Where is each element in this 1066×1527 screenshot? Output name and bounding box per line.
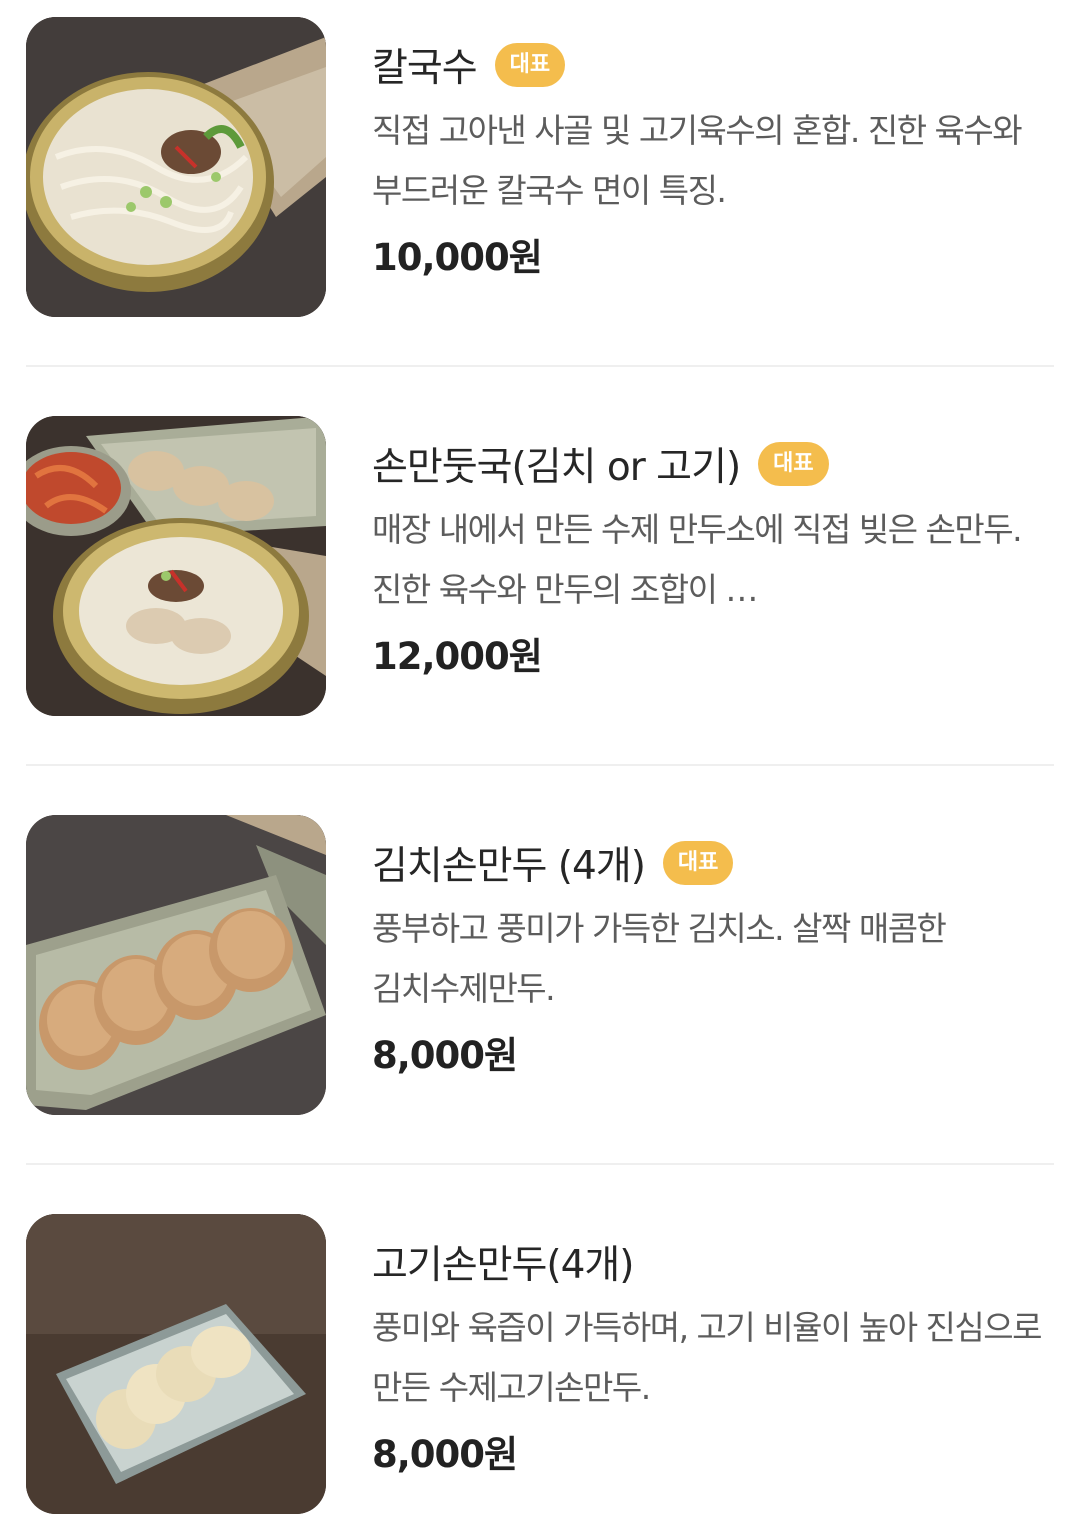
divider [26,764,1054,766]
signature-badge: 대표 [494,43,566,87]
menu-item-photo[interactable] [26,416,326,716]
menu-item-meat-dumpling[interactable]: 고기손만두(4개) 풍미와 육즙이 가득하며, 고기 비율이 높아 진심으로 만… [0,1214,1066,1527]
menu-item-name-row: 고기손만두(4개) [372,1234,1056,1290]
signature-badge: 대표 [662,841,734,885]
menu-item-name: 칼국수 [372,46,478,91]
menu-item-name-row: 손만둣국(김치 or 고기) 대표 [372,436,1056,492]
menu-item-price: 12,000원 [372,635,543,678]
meat-dumpling-photo-illustration [26,1214,326,1514]
menu-item-name-row: 김치손만두 (4개) 대표 [372,835,1056,891]
menu-item-price: 8,000원 [372,1433,518,1476]
menu-item-info: 칼국수 대표 직접 고아낸 사골 및 고기육수의 혼합. 진한 육수와 부드러운… [372,37,1056,281]
divider [26,365,1054,367]
menu-item-name-row: 칼국수 대표 [372,37,1056,93]
menu-item-info: 손만둣국(김치 or 고기) 대표 매장 내에서 만든 수제 만두소에 직접 빚… [372,436,1056,680]
menu-item-photo[interactable] [26,17,326,317]
menu-item-description: 풍부하고 풍미가 가득한 김치소. 살짝 매콤한 김치수제만두. [372,909,947,1008]
menu-item-name: 김치손만두 (4개) [372,844,646,889]
signature-badge: 대표 [758,442,829,486]
menu-item-description: 직접 고아낸 사골 및 고기육수의 혼합. 진한 육수와 부드러운 칼국수 면이… [372,111,1023,210]
menu-item-name: 고기손만두(4개) [372,1243,635,1288]
menu-item-info: 김치손만두 (4개) 대표 풍부하고 풍미가 가득한 김치소. 살짝 매콤한 김… [372,835,1056,1079]
dumpling-soup-photo-illustration [26,416,326,716]
menu-item-name: 손만둣국(김치 or 고기) [372,445,741,490]
divider [26,1163,1054,1165]
menu-item-description: 풍미와 육즙이 가득하며, 고기 비율이 높아 진심으로 만든 수제고기손만두. [372,1308,1043,1407]
kalguksu-photo-illustration [26,17,326,317]
menu-item-kimchi-dumpling[interactable]: 김치손만두 (4개) 대표 풍부하고 풍미가 가득한 김치소. 살짝 매콤한 김… [0,815,1066,1175]
menu-item-dumpling-soup[interactable]: 손만둣국(김치 or 고기) 대표 매장 내에서 만든 수제 만두소에 직접 빚… [0,416,1066,776]
menu-item-photo[interactable] [26,815,326,1115]
kimchi-dumpling-photo-illustration [26,815,326,1115]
menu-item-price: 8,000원 [372,1034,518,1077]
menu-item-info: 고기손만두(4개) 풍미와 육즙이 가득하며, 고기 비율이 높아 진심으로 만… [372,1234,1056,1478]
menu-list: 칼국수 대표 직접 고아낸 사골 및 고기육수의 혼합. 진한 육수와 부드러운… [0,0,1066,1527]
menu-item-kalguksu[interactable]: 칼국수 대표 직접 고아낸 사골 및 고기육수의 혼합. 진한 육수와 부드러운… [0,17,1066,377]
menu-item-price: 10,000원 [372,236,543,279]
menu-item-description: 매장 내에서 만든 수제 만두소에 직접 빚은 손만두. 진한 육수와 만두의 … [372,510,1023,609]
menu-item-photo[interactable] [26,1214,326,1514]
